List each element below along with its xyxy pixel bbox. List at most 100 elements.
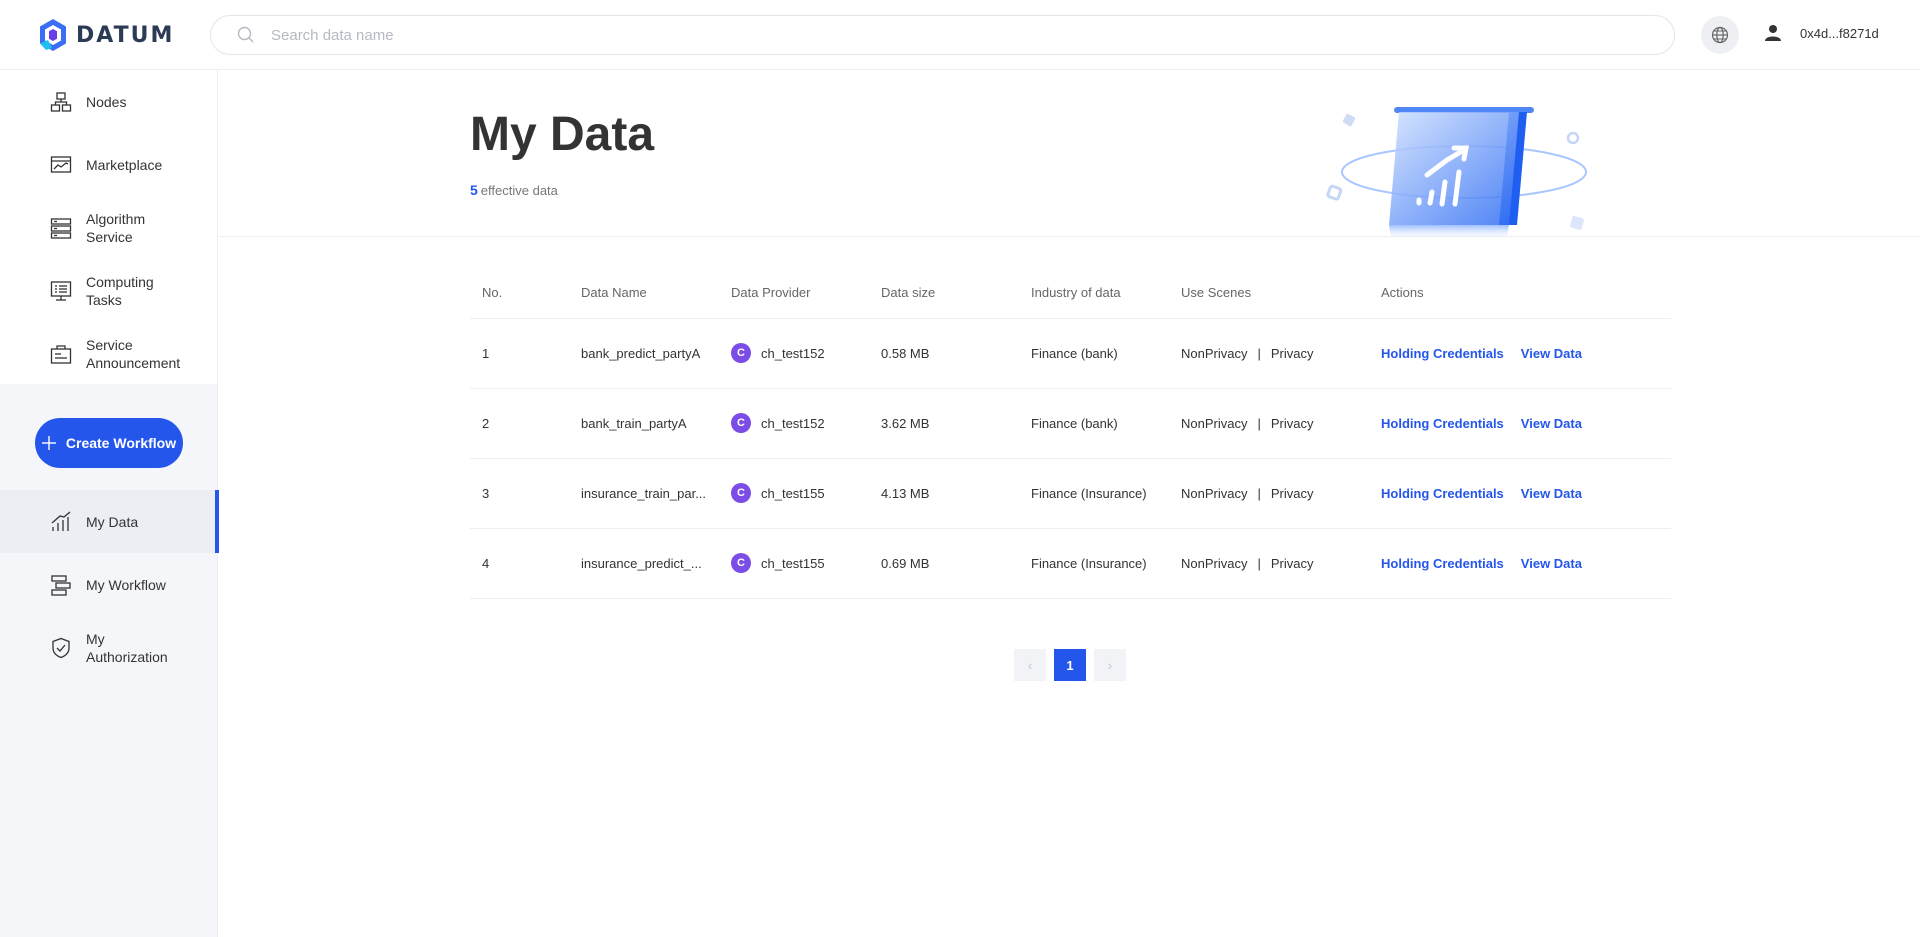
search-input[interactable] bbox=[271, 26, 1571, 44]
use-scenes-cell: NonPrivacy | Privacy bbox=[1169, 318, 1369, 389]
datum-logo-icon bbox=[40, 19, 66, 51]
nodes-icon bbox=[49, 90, 73, 114]
holding-credentials-link[interactable]: Holding Credentials bbox=[1381, 486, 1504, 501]
create-workflow-label: Create Workflow bbox=[65, 435, 177, 451]
provider-name: ch_test152 bbox=[761, 345, 825, 361]
scene-separator: | bbox=[1257, 555, 1261, 571]
sidebar-item-my-authorization[interactable]: My Authorization bbox=[0, 616, 218, 679]
row-number: 3 bbox=[470, 458, 569, 529]
workflow-icon bbox=[49, 573, 73, 597]
authorization-icon bbox=[49, 636, 73, 660]
user-icon bbox=[1765, 25, 1781, 41]
view-data-link[interactable]: View Data bbox=[1521, 556, 1582, 571]
sidebar-top-section: Nodes Marketplace Algorithm Service Comp… bbox=[0, 70, 217, 384]
sidebar-bottom-section: My Data My Workflow My Authorization bbox=[0, 490, 219, 679]
scene-separator: | bbox=[1257, 345, 1261, 361]
column-header-data-provider: Data Provider bbox=[719, 268, 869, 319]
industry-cell: Finance (bank) bbox=[1019, 388, 1169, 459]
data-size-cell: 0.58 MB bbox=[869, 318, 1019, 389]
column-header-no: No. bbox=[470, 268, 569, 319]
data-size-cell: 4.13 MB bbox=[869, 458, 1019, 529]
view-data-link[interactable]: View Data bbox=[1521, 486, 1582, 501]
data-count-number: 5 bbox=[470, 182, 478, 198]
sidebar-item-label: Algorithm Service bbox=[86, 210, 146, 245]
sidebar-item-algorithm-service[interactable]: Algorithm Service bbox=[0, 196, 217, 259]
use-scenes-cell: NonPrivacy | Privacy bbox=[1169, 388, 1369, 459]
datum-logo[interactable]: DATUM bbox=[38, 18, 174, 52]
globe-icon bbox=[1711, 26, 1729, 44]
table-row: 4 insurance_predict_... Cch_test155 0.69… bbox=[470, 528, 1671, 599]
industry-cell: Finance (bank) bbox=[1019, 318, 1169, 389]
scene-separator: | bbox=[1257, 485, 1261, 501]
scene-privacy: Privacy bbox=[1270, 345, 1314, 361]
data-size-cell: 3.62 MB bbox=[869, 388, 1019, 459]
use-scenes-cell: NonPrivacy | Privacy bbox=[1169, 528, 1369, 599]
marketplace-icon bbox=[49, 153, 73, 177]
holding-credentials-link[interactable]: Holding Credentials bbox=[1381, 556, 1504, 571]
column-header-actions: Actions bbox=[1369, 268, 1671, 319]
provider-avatar: C bbox=[731, 483, 751, 503]
sidebar-item-label: Marketplace bbox=[86, 156, 163, 173]
page-title: My Data bbox=[470, 108, 655, 161]
table-row: 3 insurance_train_par... Cch_test155 4.1… bbox=[470, 458, 1671, 529]
scene-privacy: Privacy bbox=[1270, 415, 1314, 431]
data-size-cell: 0.69 MB bbox=[869, 528, 1019, 599]
data-count: 5 effective data bbox=[470, 182, 558, 198]
page-header: My Data 5 effective data bbox=[219, 70, 1920, 237]
sidebar-item-marketplace[interactable]: Marketplace bbox=[0, 133, 217, 196]
sidebar-item-my-data[interactable]: My Data bbox=[0, 490, 219, 553]
actions-cell: Holding Credentials View Data bbox=[1369, 458, 1671, 529]
provider-avatar: C bbox=[731, 413, 751, 433]
plus-icon bbox=[41, 436, 56, 450]
view-data-link[interactable]: View Data bbox=[1521, 416, 1582, 431]
column-header-data-size: Data size bbox=[869, 268, 1019, 319]
sidebar: Nodes Marketplace Algorithm Service Comp… bbox=[0, 70, 219, 937]
sidebar-item-label: My Workflow bbox=[86, 576, 166, 593]
scene-nonprivacy: NonPrivacy bbox=[1181, 345, 1248, 361]
actions-cell: Holding Credentials View Data bbox=[1369, 388, 1671, 459]
column-header-data-name: Data Name bbox=[569, 268, 719, 319]
provider-cell: Cch_test152 bbox=[719, 388, 869, 459]
holding-credentials-link[interactable]: Holding Credentials bbox=[1381, 416, 1504, 431]
my-data-icon bbox=[49, 510, 73, 534]
use-scenes-cell: NonPrivacy | Privacy bbox=[1169, 458, 1369, 529]
data-chart-illustration bbox=[1326, 107, 1587, 237]
main-content: My Data 5 effective data No. Data Name D… bbox=[219, 70, 1920, 937]
top-header: DATUM 0x4d...f8271d bbox=[0, 0, 1920, 70]
sidebar-item-nodes[interactable]: Nodes bbox=[0, 70, 217, 133]
column-header-use-scenes: Use Scenes bbox=[1169, 268, 1369, 319]
prev-page-button[interactable]: ‹ bbox=[1014, 649, 1046, 681]
user-account[interactable]: 0x4d...f8271d bbox=[1764, 24, 1879, 42]
search-icon bbox=[237, 26, 254, 43]
view-data-link[interactable]: View Data bbox=[1521, 346, 1582, 361]
sidebar-item-label: My Data bbox=[86, 513, 139, 530]
sidebar-item-my-workflow[interactable]: My Workflow bbox=[0, 553, 218, 616]
scene-privacy: Privacy bbox=[1270, 485, 1314, 501]
app-name: DATUM bbox=[76, 22, 175, 48]
provider-name: ch_test155 bbox=[761, 555, 825, 571]
computing-icon bbox=[49, 279, 73, 303]
language-button[interactable] bbox=[1701, 16, 1739, 54]
search-bar[interactable] bbox=[210, 15, 1675, 55]
data-name-cell: insurance_train_par... bbox=[569, 458, 719, 529]
data-name-cell: insurance_predict_... bbox=[569, 528, 719, 599]
sidebar-item-label: Service Announcement bbox=[86, 336, 181, 371]
data-name-cell: bank_train_partyA bbox=[569, 388, 719, 459]
next-page-button[interactable]: › bbox=[1094, 649, 1126, 681]
sidebar-item-computing-tasks[interactable]: Computing Tasks bbox=[0, 259, 217, 322]
industry-cell: Finance (Insurance) bbox=[1019, 528, 1169, 599]
table-row: 1 bank_predict_partyA Cch_test152 0.58 M… bbox=[470, 318, 1671, 389]
provider-cell: Cch_test155 bbox=[719, 458, 869, 529]
data-table: No. Data Name Data Provider Data size In… bbox=[470, 268, 1671, 599]
scene-separator: | bbox=[1257, 415, 1261, 431]
sidebar-item-label: Computing Tasks bbox=[86, 273, 154, 308]
provider-avatar: C bbox=[731, 553, 751, 573]
row-number: 4 bbox=[470, 528, 569, 599]
page-button-current[interactable]: 1 bbox=[1054, 649, 1086, 681]
wallet-address: 0x4d...f8271d bbox=[1800, 25, 1879, 41]
sidebar-item-label: Nodes bbox=[86, 93, 127, 110]
holding-credentials-link[interactable]: Holding Credentials bbox=[1381, 346, 1504, 361]
sidebar-item-service-announcement[interactable]: Service Announcement bbox=[0, 322, 217, 385]
scene-nonprivacy: NonPrivacy bbox=[1181, 555, 1248, 571]
create-workflow-button[interactable]: Create Workflow bbox=[35, 418, 183, 468]
